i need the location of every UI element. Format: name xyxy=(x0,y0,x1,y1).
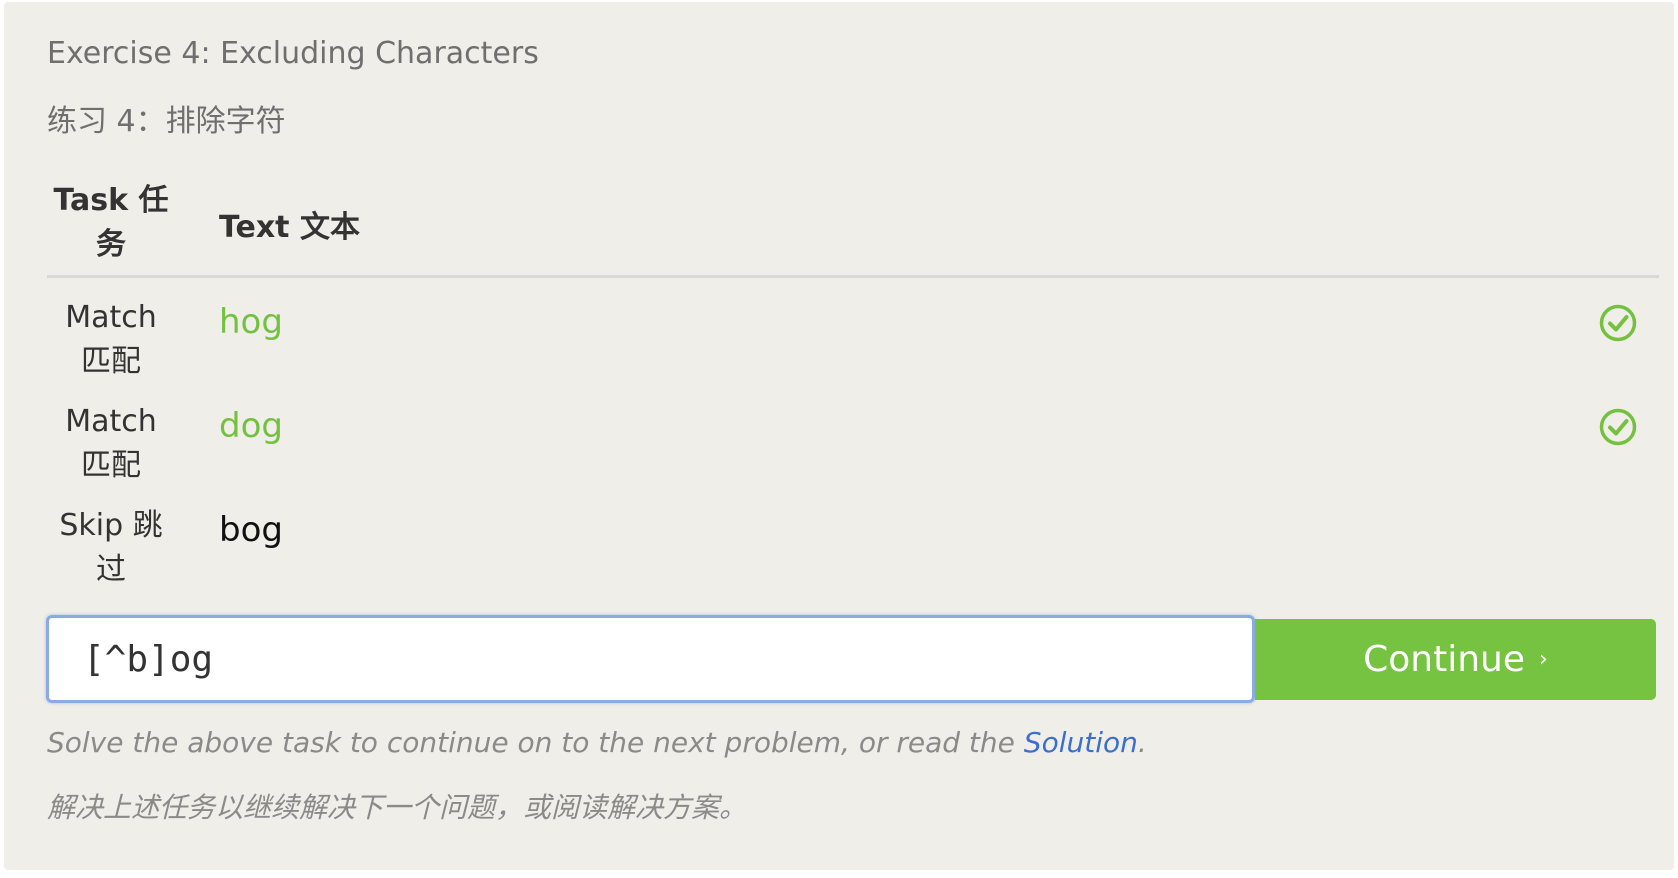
task-label: Skip 跳过 xyxy=(59,508,163,587)
table-row: Match 匹配 dog xyxy=(47,382,1659,486)
table-row: Skip 跳过 bog xyxy=(47,486,1659,590)
task-label: Match 匹配 xyxy=(65,404,157,483)
exercise-title-en: Exercise 4: Excluding Characters xyxy=(47,36,539,71)
task-text: dog xyxy=(219,406,283,446)
continue-button[interactable]: Continue › xyxy=(1255,619,1656,700)
hint-text-before: Solve the above task to continue on to t… xyxy=(47,726,1024,759)
task-label: Match 匹配 xyxy=(65,300,157,379)
chevron-right-icon: › xyxy=(1539,647,1548,672)
hint-text-zh: 解决上述任务以继续解决下一个问题，或阅读解决方案。 xyxy=(47,791,748,824)
hint-text-en: Solve the above task to continue on to t… xyxy=(47,726,1147,759)
column-header-text: Text 文本 xyxy=(219,210,360,245)
column-header-task: Task 任务 xyxy=(53,183,169,262)
task-table-header: Task 任务 Text 文本 xyxy=(47,177,1659,278)
task-text: hog xyxy=(219,302,283,342)
exercise-panel: Exercise 4: Excluding Characters 练习 4：排除… xyxy=(4,2,1674,870)
task-text: bog xyxy=(219,510,283,550)
check-circle-icon xyxy=(1599,408,1637,446)
task-table: Task 任务 Text 文本 Match 匹配 hog Match 匹配 do… xyxy=(47,177,1659,590)
regex-input[interactable] xyxy=(49,618,1252,700)
solution-link[interactable]: Solution xyxy=(1024,726,1138,759)
regex-input-wrapper xyxy=(46,615,1255,703)
check-circle-icon xyxy=(1599,304,1637,342)
exercise-title-zh: 练习 4：排除字符 xyxy=(47,104,286,139)
hint-text-after: . xyxy=(1137,726,1147,759)
table-row: Match 匹配 hog xyxy=(47,278,1659,382)
continue-button-label: Continue xyxy=(1363,639,1526,680)
